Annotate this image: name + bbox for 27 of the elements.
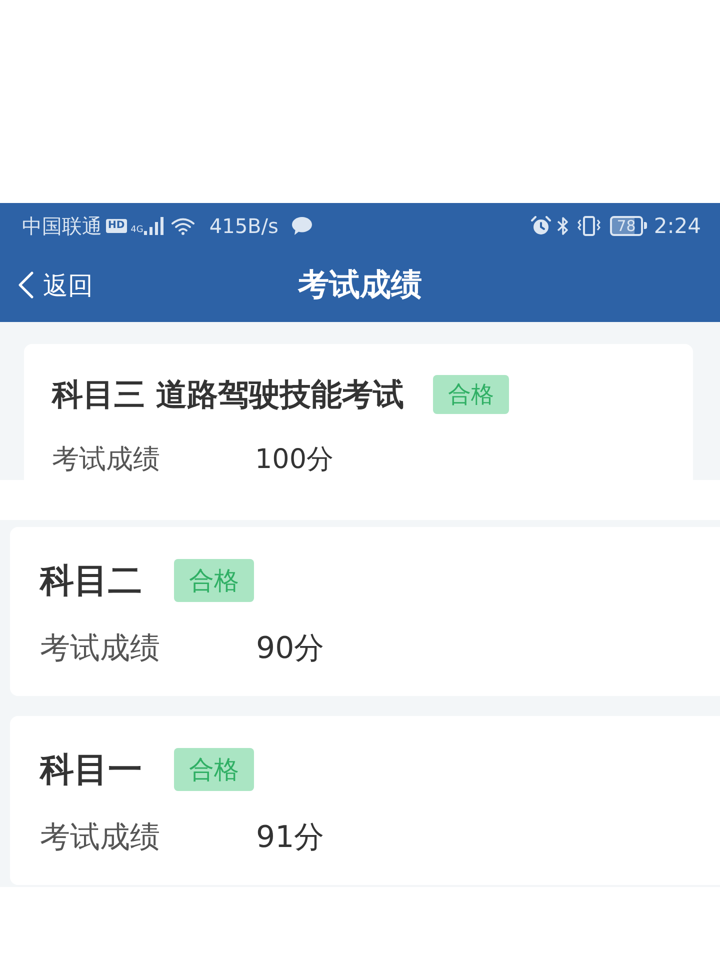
carrier-name: 中国联通 [22,214,102,238]
chat-bubble-icon [292,216,312,234]
chevron-left-icon [18,271,34,299]
vibrate-icon [576,216,601,236]
signal-icon [144,216,164,234]
wifi-icon [171,216,196,234]
battery-indicator: 78 [610,216,647,236]
subject-title: 科目一 [40,748,142,792]
score-label: 考试成绩 [40,630,161,668]
network-speed: 415B/s [209,214,278,238]
hd-badge: HD [106,218,127,232]
score-value: 100分 [255,443,334,477]
score-value: 91分 [256,818,324,856]
subject-title: 科目三 道路驾驶技能考试 [52,376,404,414]
status-time: 2:24 [654,214,701,238]
status-badge: 合格 [432,375,509,414]
status-badge: 合格 [174,559,254,602]
score-label: 考试成绩 [40,818,161,856]
network-type-label: 4G [130,224,144,234]
score-value: 90分 [256,630,324,668]
alarm-clock-icon [530,216,551,236]
page-title: 考试成绩 [298,266,422,305]
back-button[interactable]: 返回 [16,264,95,306]
bluetooth-icon [556,216,569,236]
status-badge: 合格 [174,748,254,791]
score-label: 考试成绩 [52,443,161,477]
subject-title: 科目二 [40,560,142,602]
